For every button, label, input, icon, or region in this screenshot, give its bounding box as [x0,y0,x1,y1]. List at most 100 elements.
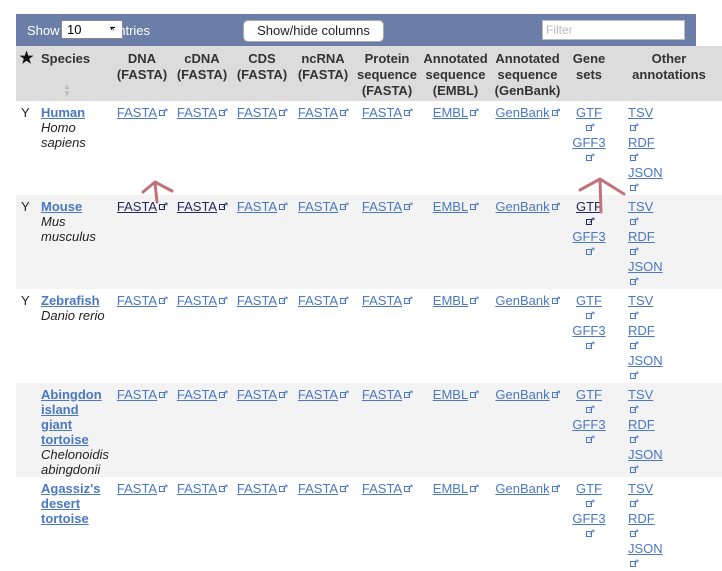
external-link-icon [630,243,640,258]
dna-fasta-link[interactable]: FASTA [117,293,157,308]
cds-fasta-link[interactable]: FASTA [237,481,277,496]
embl-link[interactable]: EMBL [433,387,468,402]
embl-link[interactable]: EMBL [433,481,468,496]
ncrna-column-header[interactable]: ncRNA (FASTA) [292,46,354,101]
genbank-link[interactable]: GenBank [495,387,549,402]
gff3-link[interactable]: GFF3 [566,511,612,526]
rdf-link[interactable]: RDF [628,417,722,432]
embl-link[interactable]: EMBL [433,105,468,120]
dna-fasta-link[interactable]: FASTA [117,481,157,496]
species-name-line: island [41,402,79,417]
gene-sets-column-header[interactable]: Gene sets [564,46,614,101]
cds-fasta-link[interactable]: FASTA [237,387,277,402]
protein-fasta-link[interactable]: FASTA [362,387,402,402]
species-column-header[interactable]: Species ▲ ▼ [37,46,112,101]
rdf-link[interactable]: RDF [628,323,722,338]
other-annotations-column-header[interactable]: Other annotations [614,46,722,101]
gtf-link[interactable]: GTF [566,105,612,120]
json-link[interactable]: JSON [628,165,722,180]
gff3-link[interactable]: GFF3 [566,229,612,244]
cdna-fasta-link[interactable]: FASTA [177,105,217,120]
cdna-fasta-link[interactable]: FASTA [177,199,217,214]
favourite-column-header[interactable]: ★ [16,46,37,101]
cdna-fasta-link[interactable]: FASTA [177,293,217,308]
genbank-link[interactable]: GenBank [495,481,549,496]
cds-fasta-link[interactable]: FASTA [237,105,277,120]
gff3-link[interactable]: GFF3 [566,135,612,150]
gtf-link[interactable]: GTF [566,293,612,308]
cdna-fasta-link[interactable]: FASTA [177,481,217,496]
external-link-icon [551,480,561,495]
json-link[interactable]: JSON [628,353,722,368]
tsv-link[interactable]: TSV [628,199,722,214]
filter-input[interactable] [542,20,685,40]
species-name-link[interactable]: Agassiz's desert tortoise [41,481,100,526]
ncrna-fasta-link[interactable]: FASTA [298,293,338,308]
external-link-icon [404,198,414,213]
cds-fasta-link[interactable]: FASTA [237,199,277,214]
genbank-cell: GenBank [491,477,564,571]
cds-fasta-link[interactable]: FASTA [237,293,277,308]
genbank-cell: GenBank [491,101,564,195]
gtf-link[interactable]: GTF [566,481,612,496]
rdf-link[interactable]: RDF [628,511,722,526]
tsv-link[interactable]: TSV [628,481,722,496]
external-link-icon [586,243,596,258]
species-name-link[interactable]: Zebrafish [41,293,100,308]
tsv-link[interactable]: TSV [628,105,722,120]
show-hide-columns-button[interactable]: Show/hide columns [243,20,384,42]
json-link[interactable]: JSON [628,541,722,556]
json-link[interactable]: JSON [628,447,722,462]
column-header-label: Other [651,51,687,66]
embl-cell: EMBL [420,383,491,477]
dna-column-header[interactable]: DNA (FASTA) [112,46,172,101]
table-row: Abingdon island giant tortoise Chelonoidis ab… [16,383,722,477]
rdf-link[interactable]: RDF [628,229,722,244]
ncrna-cell: FASTA [292,195,354,289]
dna-fasta-link[interactable]: FASTA [117,105,157,120]
scientific-name: musculus [41,229,96,244]
external-link-icon [551,104,561,119]
species-name-link[interactable]: Abingdon island giant tortoise [41,387,102,447]
cdna-cell: FASTA [172,101,232,195]
protein-fasta-link[interactable]: FASTA [362,293,402,308]
external-link-icon [630,461,640,476]
ncrna-fasta-link[interactable]: FASTA [298,199,338,214]
cdna-cell: FASTA [172,477,232,571]
gff3-link[interactable]: GFF3 [566,417,612,432]
embl-cell: EMBL [420,289,491,383]
embl-column-header[interactable]: Annotated sequence (EMBL) [420,46,491,101]
embl-link[interactable]: EMBL [433,293,468,308]
embl-cell: EMBL [420,195,491,289]
ncrna-fasta-link[interactable]: FASTA [298,387,338,402]
external-link-icon [404,104,414,119]
tsv-link[interactable]: TSV [628,387,722,402]
embl-link[interactable]: EMBL [433,199,468,214]
gff3-link[interactable]: GFF3 [566,323,612,338]
rdf-link[interactable]: RDF [628,135,722,150]
protein-fasta-link[interactable]: FASTA [362,105,402,120]
protein-fasta-link[interactable]: FASTA [362,199,402,214]
cdna-column-header[interactable]: cDNA (FASTA) [172,46,232,101]
species-cell: Zebrafish Danio rerio [37,289,112,383]
gtf-link[interactable]: GTF [566,199,612,214]
cdna-fasta-link[interactable]: FASTA [177,387,217,402]
species-name-link[interactable]: Mouse [41,199,82,214]
dna-fasta-link[interactable]: FASTA [117,199,157,214]
genbank-link[interactable]: GenBank [495,199,549,214]
dna-fasta-link[interactable]: FASTA [117,387,157,402]
ncrna-fasta-link[interactable]: FASTA [298,105,338,120]
external-link-icon [586,431,596,446]
ncrna-fasta-link[interactable]: FASTA [298,481,338,496]
external-link-icon [279,292,289,307]
species-name-link[interactable]: Human [41,105,85,120]
protein-fasta-link[interactable]: FASTA [362,481,402,496]
gtf-link[interactable]: GTF [566,387,612,402]
json-link[interactable]: JSON [628,259,722,274]
genbank-link[interactable]: GenBank [495,105,549,120]
protein-column-header[interactable]: Protein sequence (FASTA) [354,46,420,101]
tsv-link[interactable]: TSV [628,293,722,308]
cds-column-header[interactable]: CDS (FASTA) [232,46,292,101]
genbank-link[interactable]: GenBank [495,293,549,308]
genbank-column-header[interactable]: Annotated sequence (GenBank) [491,46,564,101]
